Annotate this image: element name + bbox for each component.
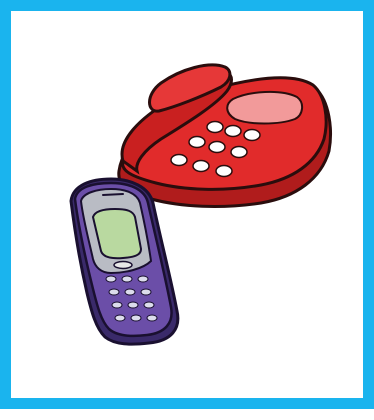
picture-card [0, 0, 374, 409]
mobile-phone-icon [69, 177, 180, 346]
telephones-illustration [69, 63, 332, 346]
desk-telephone-icon [117, 63, 332, 208]
